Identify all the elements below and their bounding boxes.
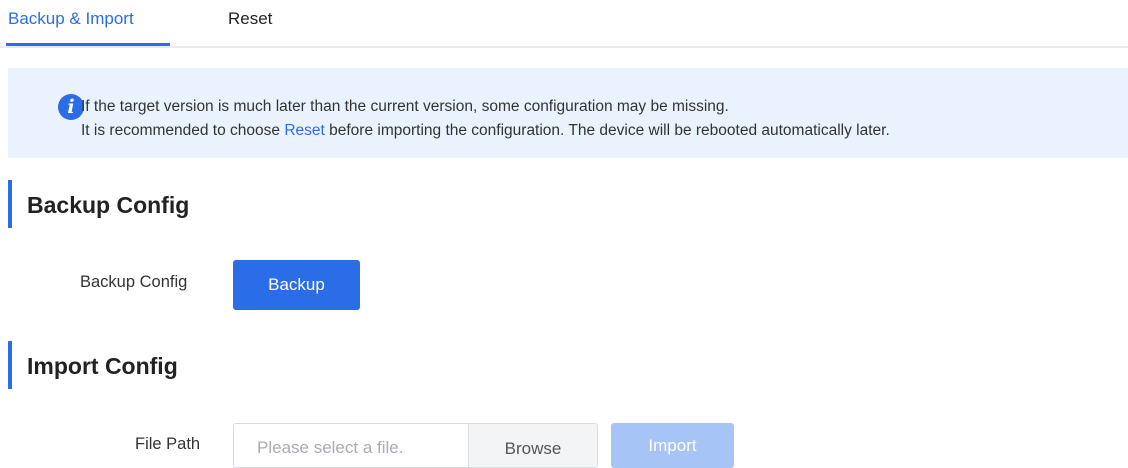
backup-config-label: Backup Config [80,273,188,291]
active-tab-indicator [6,43,170,46]
backup-button[interactable]: Backup [233,260,360,310]
section-marker [8,180,12,228]
section-marker [8,341,12,389]
browse-button[interactable]: Browse [468,423,598,468]
backup-section-title: Backup Config [27,192,190,218]
import-button[interactable]: Import [611,423,734,468]
tab-reset[interactable]: Reset [228,9,272,29]
file-path-label: File Path [135,435,201,453]
reset-link[interactable]: Reset [284,122,325,139]
file-path-input[interactable]: Please select a file. [233,423,469,468]
import-section-title: Import Config [27,353,178,379]
notice-line-2: It is recommended to choose Reset before… [81,122,890,140]
notice-text-prefix: It is recommended to choose [81,122,285,139]
notice-text-suffix: before importing the configuration. The … [324,122,890,139]
tab-backup-import[interactable]: Backup & Import [8,9,134,29]
notice-line-1: If the target version is much later than… [81,98,729,115]
tab-bar: Backup & Import Reset [0,0,1128,48]
